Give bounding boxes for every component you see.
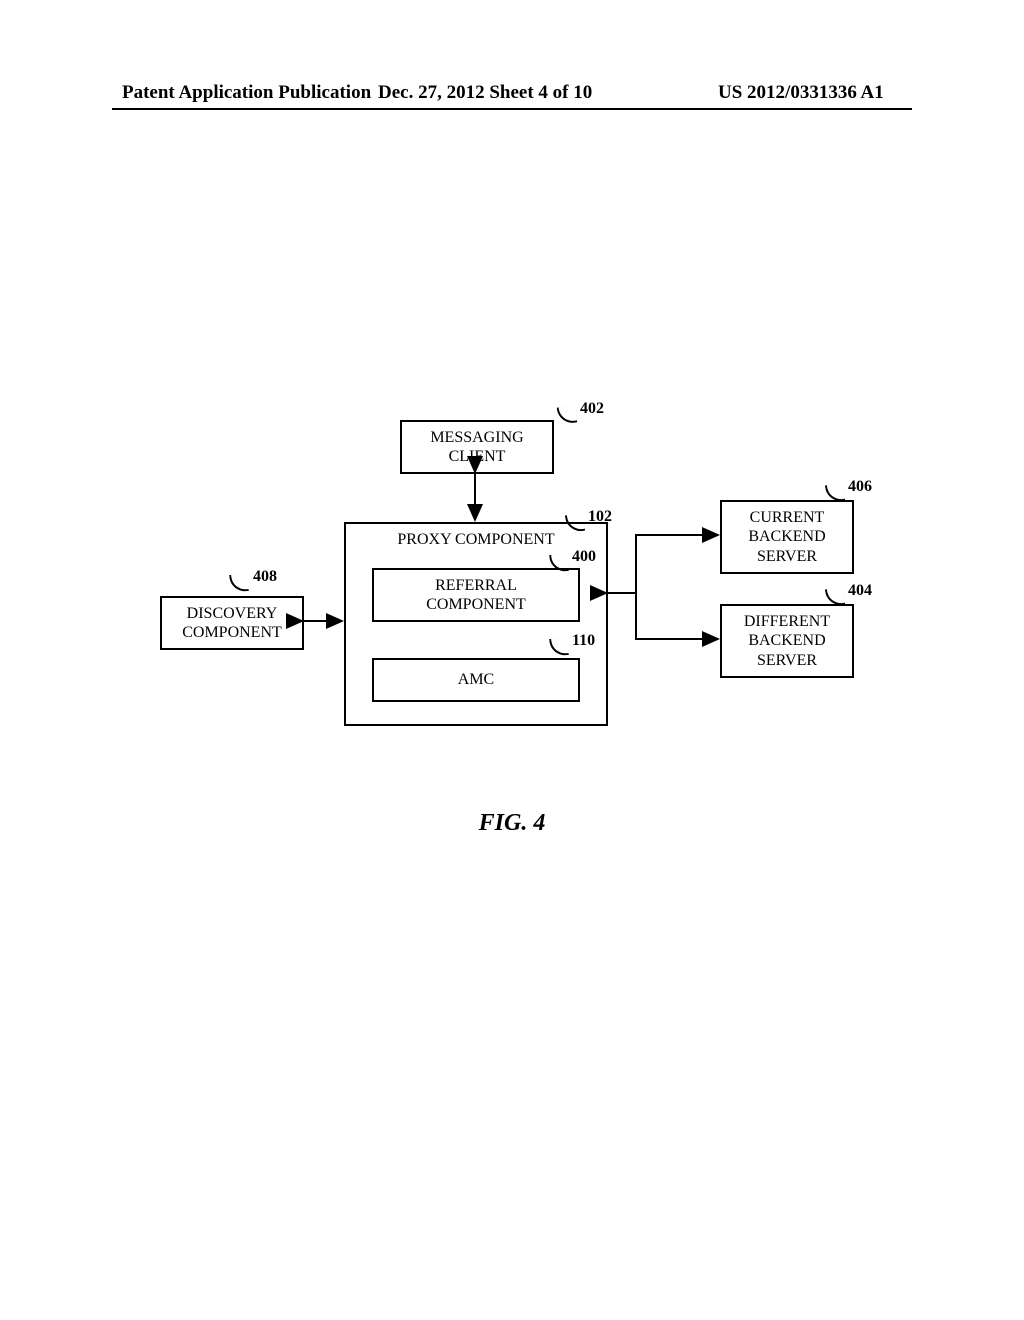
header-right: US 2012/0331336 A1 (718, 82, 884, 104)
header-rule (112, 108, 912, 110)
diagram-connectors (0, 400, 1024, 820)
header-left: Patent Application Publication (122, 82, 371, 104)
diagram-fig4: MESSAGING CLIENT 402 PROXY COMPONENT 102… (0, 400, 1024, 820)
figure-caption: FIG. 4 (0, 810, 1024, 837)
header-center: Dec. 27, 2012 Sheet 4 of 10 (378, 82, 592, 104)
